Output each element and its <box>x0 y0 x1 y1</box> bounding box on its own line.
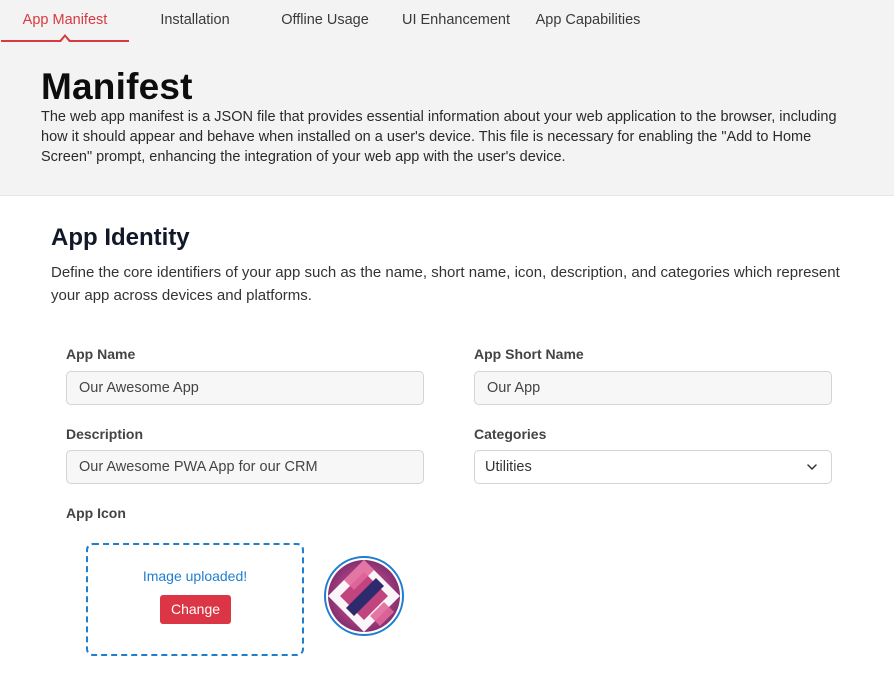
app-short-name-label: App Short Name <box>474 346 584 362</box>
app-short-name-input[interactable]: Our App <box>474 371 832 405</box>
tab-app-manifest[interactable]: App Manifest <box>1 0 129 42</box>
tab-bar: App Manifest Installation Offline Usage … <box>0 0 894 44</box>
chevron-down-icon <box>807 464 817 470</box>
section-description: Define the core identifiers of your app … <box>51 264 840 304</box>
tab-installation[interactable]: Installation <box>142 0 248 42</box>
description-label: Description <box>66 426 144 442</box>
app-name-label: App Name <box>66 346 136 362</box>
change-icon-button[interactable]: Change <box>160 595 231 624</box>
manifest-header: Manifest The web app manifest is a JSON … <box>0 44 894 196</box>
tab-offline-usage[interactable]: Offline Usage <box>268 0 382 42</box>
categories-selected-value: Utilities <box>485 459 532 475</box>
app-icon-label: App Icon <box>66 505 126 521</box>
description-input[interactable]: Our Awesome PWA App for our CRM <box>66 450 424 484</box>
upload-status-text: Image uploaded! <box>142 568 248 584</box>
icon-upload-dropzone[interactable]: Image uploaded! Change <box>86 543 304 656</box>
app-icon-preview <box>324 556 404 636</box>
section-title: App Identity <box>51 224 190 251</box>
page-title: Manifest <box>41 66 193 107</box>
app-name-input[interactable]: Our Awesome App <box>66 371 424 405</box>
tab-app-capabilities[interactable]: App Capabilities <box>530 0 646 42</box>
categories-select[interactable]: Utilities <box>474 450 832 484</box>
page-description: The web app manifest is a JSON file that… <box>41 109 837 165</box>
tab-ui-enhancement[interactable]: UI Enhancement <box>396 0 516 42</box>
categories-label: Categories <box>474 426 547 442</box>
